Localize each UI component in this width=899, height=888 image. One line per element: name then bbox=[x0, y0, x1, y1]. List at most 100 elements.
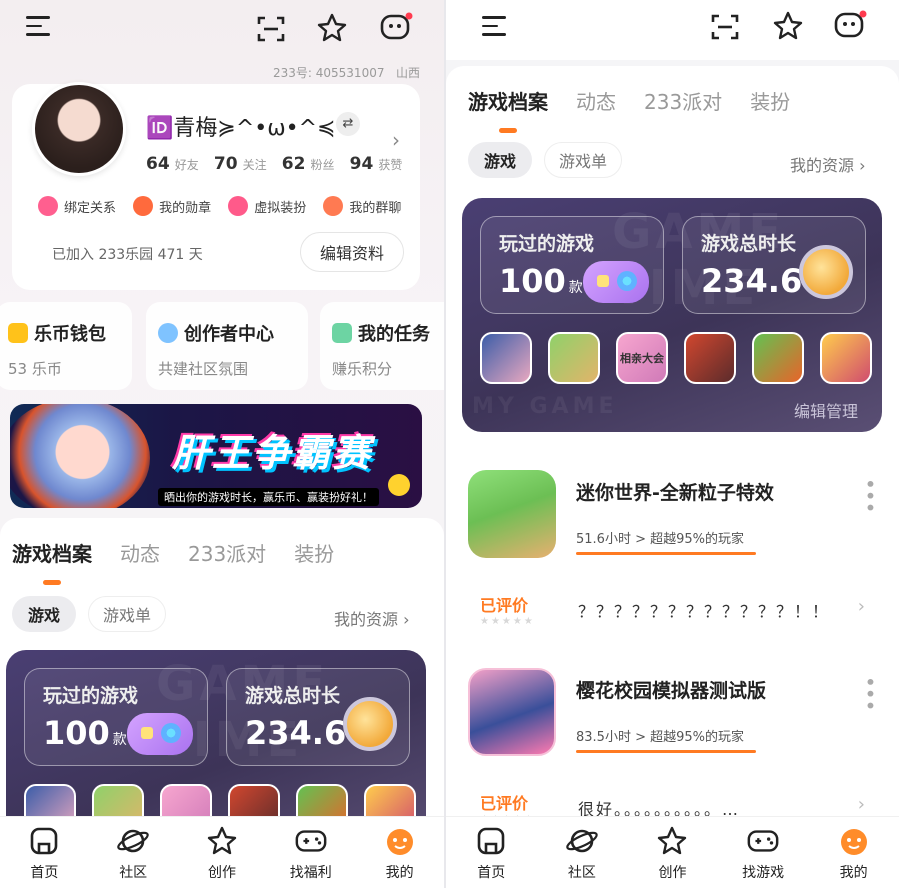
scan-icon[interactable] bbox=[710, 12, 740, 42]
creator-icon bbox=[158, 323, 178, 343]
chevron-right-icon: › bbox=[857, 794, 865, 815]
pill-game-lists[interactable]: 游戏单 bbox=[544, 142, 622, 178]
game-thumb[interactable] bbox=[480, 332, 532, 384]
chip-medals[interactable]: 我的勋章 bbox=[133, 196, 211, 216]
nav-mine[interactable]: 我的 bbox=[814, 824, 894, 882]
game-thumb[interactable] bbox=[684, 332, 736, 384]
nav-find-games[interactable]: 找游戏 bbox=[723, 824, 803, 882]
my-resources-link[interactable]: 我的资源 › bbox=[790, 152, 866, 176]
tab-dress-up[interactable]: 装扮 bbox=[750, 86, 790, 115]
create-star-icon bbox=[207, 826, 237, 854]
quick-tasks[interactable]: 我的任务 赚乐积分 bbox=[320, 302, 444, 390]
game-item[interactable]: 樱花校园模拟器测试版 ••• 83.5小时 > 超越95%的玩家 已评价 ★★★… bbox=[468, 668, 882, 834]
review-label: 已评价 bbox=[480, 794, 529, 813]
left-screen: 233号: 405531007 山西 🆔青梅≽^•ω•^≼ ⇄ › 64 好友 … bbox=[0, 0, 444, 888]
mine-face-icon bbox=[386, 828, 413, 855]
event-banner[interactable]: 肝王争霸赛 晒出你的游戏时长，赢乐币、赢装扮好礼！ bbox=[10, 404, 422, 508]
stat-likes[interactable]: 94 获赞 bbox=[350, 154, 413, 174]
top-bar bbox=[0, 0, 444, 60]
star-icon[interactable] bbox=[316, 12, 348, 44]
nav-create[interactable]: 创作 bbox=[182, 824, 262, 882]
tab-party[interactable]: 233派对 bbox=[188, 538, 266, 567]
stat-followers[interactable]: 62 粉丝 bbox=[282, 154, 345, 174]
playtime-bar bbox=[576, 750, 756, 753]
nav-home[interactable]: 首页 bbox=[451, 824, 531, 882]
gamepad-nav-icon bbox=[747, 829, 779, 852]
nav-create[interactable]: 创作 bbox=[632, 824, 712, 882]
quick-wallet[interactable]: 乐币钱包 53 乐币 bbox=[0, 302, 132, 390]
joined-days: 已加入 233乐园 471 天 bbox=[52, 247, 203, 263]
nav-mine[interactable]: 我的 bbox=[360, 824, 440, 882]
gamepad-nav-icon bbox=[295, 829, 327, 852]
top-bar bbox=[446, 0, 899, 60]
game-name: 迷你世界-全新粒子特效 bbox=[576, 482, 774, 504]
chip-dress-up[interactable]: 虚拟装扮 bbox=[228, 196, 306, 216]
edit-profile-button[interactable]: 编辑资料 bbox=[300, 232, 404, 272]
stat-friends[interactable]: 64 好友 bbox=[146, 154, 209, 174]
pill-game-lists[interactable]: 游戏单 bbox=[88, 596, 166, 632]
tab-moments[interactable]: 动态 bbox=[120, 538, 160, 567]
planet-icon bbox=[566, 829, 598, 852]
banner-title: 肝王争霸赛 bbox=[172, 431, 373, 475]
message-icon[interactable] bbox=[378, 10, 414, 46]
profile-chips: 绑定关系 我的勋章 虚拟装扮 我的群聊 bbox=[38, 196, 413, 220]
game-thumb[interactable] bbox=[820, 332, 872, 384]
stat-following[interactable]: 70 关注 bbox=[214, 154, 277, 174]
message-icon[interactable] bbox=[832, 8, 868, 44]
quick-creator-center[interactable]: 创作者中心 共建社区氛围 bbox=[146, 302, 308, 390]
game-review[interactable]: 已评价 ★★★★★ ？？？？？？？？？？？？！！ › bbox=[468, 580, 879, 636]
tab-party[interactable]: 233派对 bbox=[644, 86, 722, 115]
total-time-box[interactable]: 游戏总时长 234.6小时 bbox=[226, 668, 410, 766]
tab-game-archive[interactable]: 游戏档案 bbox=[468, 86, 548, 133]
pill-games[interactable]: 游戏 bbox=[12, 596, 76, 632]
avatar[interactable] bbox=[32, 82, 126, 176]
game-item[interactable]: 迷你世界-全新粒子特效 ••• 51.6小时 > 超越95%的玩家 已评价 ★★… bbox=[468, 470, 882, 640]
recent-games-thumbs: 相亲大会 bbox=[480, 332, 872, 384]
account-id: 233号: 405531007 bbox=[273, 66, 385, 80]
chevron-right-icon[interactable]: › bbox=[392, 128, 400, 152]
tab-moments[interactable]: 动态 bbox=[576, 86, 616, 115]
cat-icon bbox=[228, 196, 249, 216]
star-icon[interactable] bbox=[772, 10, 804, 42]
gamepad-icon bbox=[583, 261, 649, 303]
edit-manage-link[interactable]: 编辑管理 bbox=[794, 398, 858, 422]
total-time-box[interactable]: 游戏总时长 234.6小时 bbox=[682, 216, 866, 314]
bottom-nav: 首页 社区 创作 找游戏 我的 bbox=[446, 816, 899, 888]
menu-icon[interactable] bbox=[482, 16, 506, 42]
tab-dress-up[interactable]: 装扮 bbox=[294, 538, 334, 567]
game-stats-card: GAME TIME MY GAME 玩过的游戏 100 款 游戏总时长 234.6… bbox=[462, 198, 882, 432]
my-resources-link[interactable]: 我的资源 › bbox=[334, 606, 410, 630]
more-icon[interactable]: ••• bbox=[858, 478, 882, 513]
game-thumb[interactable] bbox=[548, 332, 600, 384]
nav-community[interactable]: 社区 bbox=[542, 824, 622, 882]
nav-home[interactable]: 首页 bbox=[4, 824, 84, 882]
nav-community[interactable]: 社区 bbox=[93, 824, 173, 882]
game-name: 樱花校园模拟器测试版 bbox=[576, 680, 767, 702]
bottom-nav: 首页 社区 创作 找福利 我的 bbox=[0, 816, 444, 888]
played-games-box[interactable]: 玩过的游戏 100 款 bbox=[480, 216, 664, 314]
tab-game-archive[interactable]: 游戏档案 bbox=[12, 538, 92, 585]
nav-benefits[interactable]: 找福利 bbox=[271, 824, 351, 882]
switch-account-icon[interactable]: ⇄ bbox=[336, 112, 360, 136]
game-playtime: 51.6小时 > 超越95%的玩家 bbox=[576, 532, 744, 547]
medal-icon bbox=[133, 196, 154, 216]
mine-face-icon bbox=[840, 828, 867, 855]
planet-icon bbox=[117, 829, 149, 852]
game-playtime: 83.5小时 > 超越95%的玩家 bbox=[576, 730, 744, 745]
pacman-icon bbox=[388, 474, 410, 496]
pill-games[interactable]: 游戏 bbox=[468, 142, 532, 178]
banner-subtitle: 晒出你的游戏时长，赢乐币、赢装扮好礼！ bbox=[158, 488, 379, 506]
chevron-right-icon: › bbox=[857, 596, 865, 617]
game-thumb[interactable] bbox=[752, 332, 804, 384]
profile-tabs: 游戏档案 动态 233派对 装扮 bbox=[468, 86, 818, 133]
menu-icon[interactable] bbox=[26, 16, 50, 42]
more-icon[interactable]: ••• bbox=[858, 676, 882, 711]
chip-bind-relation[interactable]: 绑定关系 bbox=[38, 196, 116, 216]
played-games-box[interactable]: 玩过的游戏 100 款 bbox=[24, 668, 208, 766]
profile-card: 🆔青梅≽^•ω•^≼ ⇄ › 64 好友 70 关注 62 粉丝 94 获赞 绑… bbox=[12, 82, 420, 290]
chip-group-chat[interactable]: 我的群聊 bbox=[323, 196, 401, 216]
scan-icon[interactable] bbox=[256, 14, 286, 44]
game-thumb[interactable]: 相亲大会 bbox=[616, 332, 668, 384]
right-screen: 游戏档案 动态 233派对 装扮 游戏 游戏单 我的资源 › GAME TIME… bbox=[446, 0, 899, 888]
username: 🆔青梅≽^•ω•^≼ bbox=[146, 116, 336, 141]
